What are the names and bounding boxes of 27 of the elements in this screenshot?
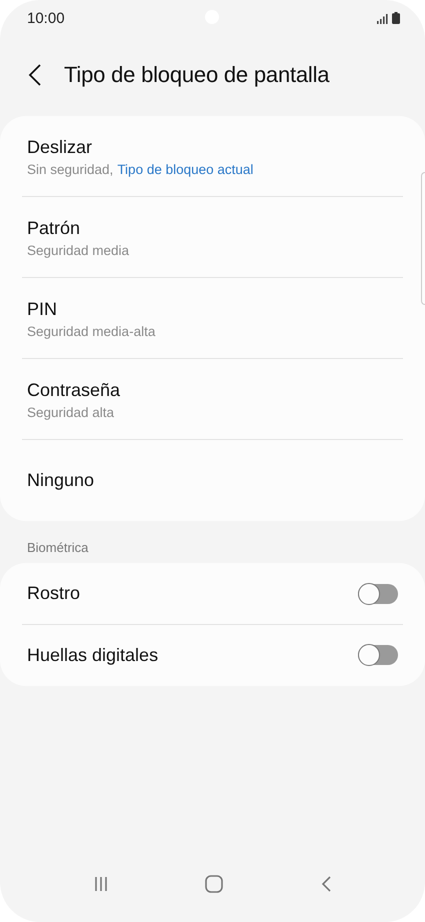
lock-type-item[interactable]: PIN Seguridad media-alta (0, 278, 425, 359)
toggle-switch[interactable] (358, 645, 398, 666)
item-title: Huellas digitales (27, 644, 158, 666)
signal-icon (377, 14, 388, 24)
item-title: Ninguno (27, 470, 96, 491)
item-subtitle: Seguridad alta (27, 404, 114, 420)
item-title: Rostro (27, 583, 80, 604)
item-subtitle: Seguridad media (27, 242, 130, 258)
lock-type-item[interactable]: Deslizar Sin seguridad, Tipo de bloqueo actual (0, 116, 425, 197)
back-nav-button[interactable] (321, 876, 332, 892)
current-lock-label: Tipo de bloqueo actual (117, 162, 254, 176)
item-title: Contraseña (27, 380, 122, 400)
recent-apps-button[interactable] (94, 876, 108, 892)
item-subtitle: Seguridad media-alta (27, 324, 156, 338)
lock-type-item[interactable]: Contraseña Seguridad alta (0, 359, 425, 440)
item-title: Patrón (27, 218, 82, 238)
home-button[interactable] (205, 875, 224, 893)
section-heading: Biométrica (26, 539, 90, 557)
battery-icon (392, 12, 400, 24)
toggle-switch[interactable] (358, 584, 398, 604)
item-subtitle: Sin seguridad, (27, 162, 114, 176)
status-time: 10:00 (27, 10, 65, 26)
lock-type-item[interactable]: Ninguno (0, 440, 425, 521)
item-title: Deslizar (27, 136, 94, 158)
item-title: PIN (27, 298, 58, 320)
page-title: Tipo de bloqueo de pantalla (64, 62, 330, 88)
lock-type-item[interactable]: Patrón Seguridad media (0, 197, 425, 278)
